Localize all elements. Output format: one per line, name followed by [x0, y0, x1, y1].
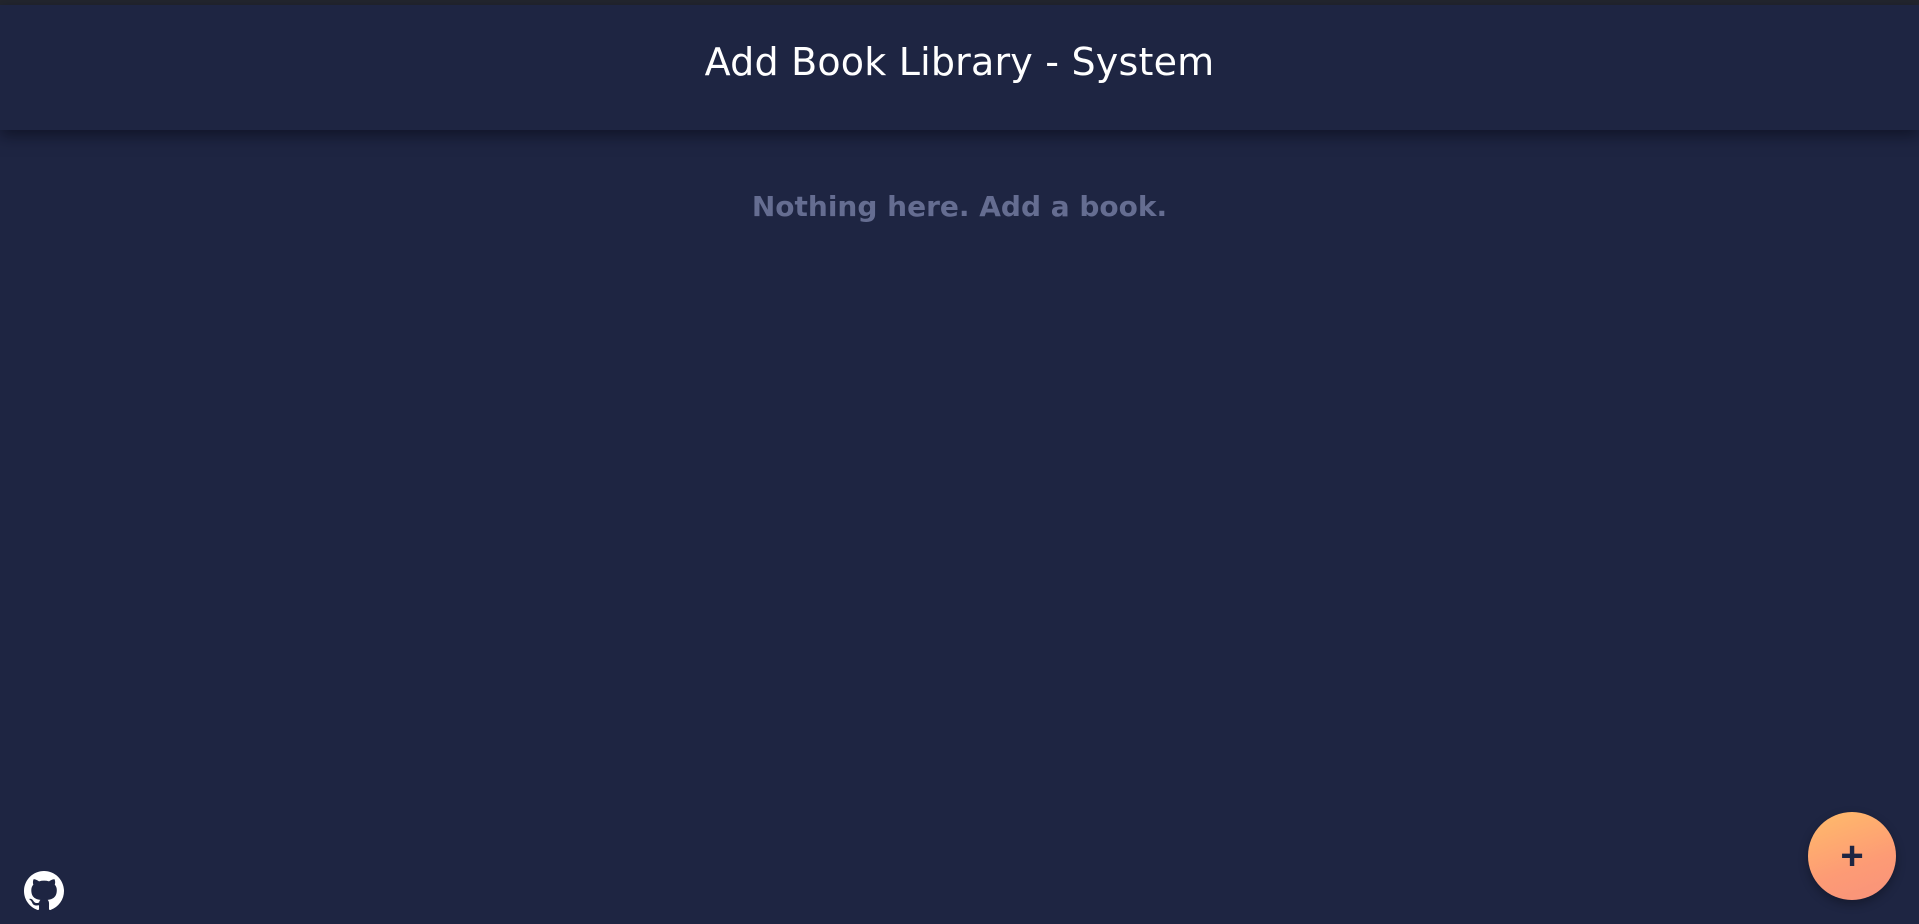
empty-state-message: Nothing here. Add a book.: [751, 190, 1168, 223]
page-title: Add Book Library - System: [704, 39, 1215, 84]
github-icon: [24, 871, 64, 911]
app-header: Add Book Library - System: [0, 5, 1919, 130]
add-book-button[interactable]: +: [1808, 812, 1896, 900]
github-link[interactable]: [24, 871, 64, 911]
